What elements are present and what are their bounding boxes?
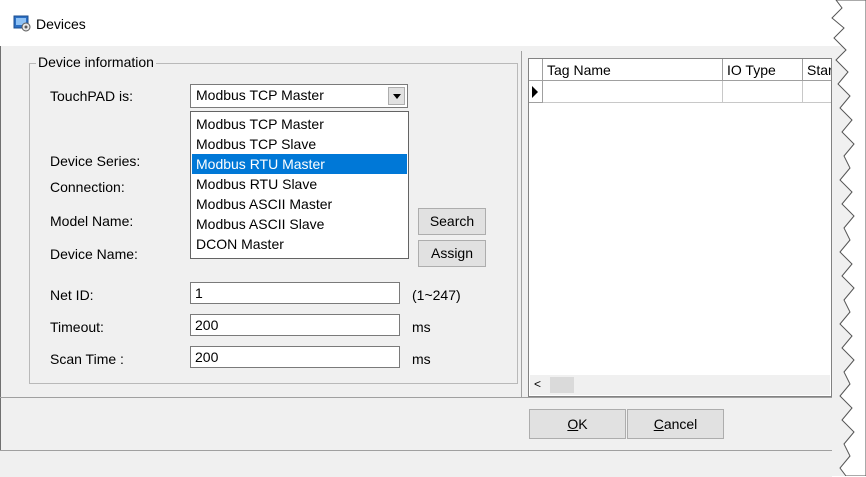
net-id-field[interactable]: 1 <box>190 282 400 304</box>
model-name-label: Model Name: <box>50 213 134 229</box>
touchpad-mode-value: Modbus TCP Master <box>196 87 324 103</box>
devices-app-icon <box>13 15 31 32</box>
net-id-range: (1~247) <box>412 287 461 303</box>
scroll-thumb[interactable] <box>550 377 574 393</box>
ok-accelerator: O <box>567 416 579 432</box>
window-title: Devices <box>36 16 86 32</box>
devices-window: Devices Device information TouchPAD is: … <box>0 0 866 477</box>
ok-button[interactable]: OK <box>529 409 626 439</box>
search-button[interactable]: Search <box>418 208 486 235</box>
device-name-label: Device Name: <box>50 246 138 262</box>
io-type-cell[interactable] <box>723 81 803 103</box>
chevron-down-icon[interactable] <box>388 87 405 105</box>
status-bar <box>0 450 832 477</box>
tag-grid[interactable]: Tag Name IO Type Start < <box>528 58 832 397</box>
title-bar: Devices <box>0 0 866 46</box>
touchpad-mode-select[interactable]: Modbus TCP Master <box>190 84 408 108</box>
column-header-tag-name[interactable]: Tag Name <box>543 59 723 81</box>
window-border-left <box>0 0 1 476</box>
timeout-label: Timeout: <box>50 319 104 335</box>
column-header-io-type[interactable]: IO Type <box>723 59 803 81</box>
grid-corner <box>529 59 543 81</box>
assign-button[interactable]: Assign <box>418 240 486 267</box>
scan-time-unit: ms <box>412 351 431 367</box>
dropdown-option-selected[interactable]: Modbus RTU Master <box>192 154 407 174</box>
timeout-unit: ms <box>412 319 431 335</box>
device-information-title: Device information <box>36 54 156 70</box>
dropdown-option[interactable]: Modbus ASCII Master <box>192 194 407 214</box>
button-bar-divider <box>0 397 832 398</box>
ok-label: K <box>578 416 588 432</box>
dropdown-option[interactable]: Modbus RTU Slave <box>192 174 407 194</box>
touchpad-mode-dropdown[interactable]: Modbus TCP Master Modbus TCP Slave Modbu… <box>190 111 409 259</box>
cancel-label: ancel <box>663 416 698 432</box>
tag-name-cell[interactable] <box>543 81 723 103</box>
dropdown-option[interactable]: Modbus TCP Master <box>192 114 407 134</box>
panel-divider <box>521 51 522 397</box>
timeout-field[interactable]: 200 <box>190 314 400 336</box>
scroll-left-icon[interactable]: < <box>534 377 541 391</box>
net-id-label: Net ID: <box>50 287 94 303</box>
dropdown-option[interactable]: Modbus TCP Slave <box>192 134 407 154</box>
dropdown-option[interactable]: DCON Master <box>192 234 407 254</box>
scan-time-label: Scan Time : <box>50 351 124 367</box>
connection-label: Connection: <box>50 179 125 195</box>
device-series-label: Device Series: <box>50 153 141 169</box>
cancel-accelerator: C <box>653 416 664 432</box>
touchpad-label: TouchPAD is: <box>50 88 133 104</box>
horizontal-scrollbar[interactable]: < <box>530 375 830 395</box>
torn-edge <box>831 0 866 476</box>
dropdown-option[interactable]: Modbus ASCII Slave <box>192 214 407 234</box>
cancel-button[interactable]: Cancel <box>627 409 724 439</box>
row-indicator-icon[interactable] <box>529 81 543 103</box>
scan-time-field[interactable]: 200 <box>190 346 400 368</box>
